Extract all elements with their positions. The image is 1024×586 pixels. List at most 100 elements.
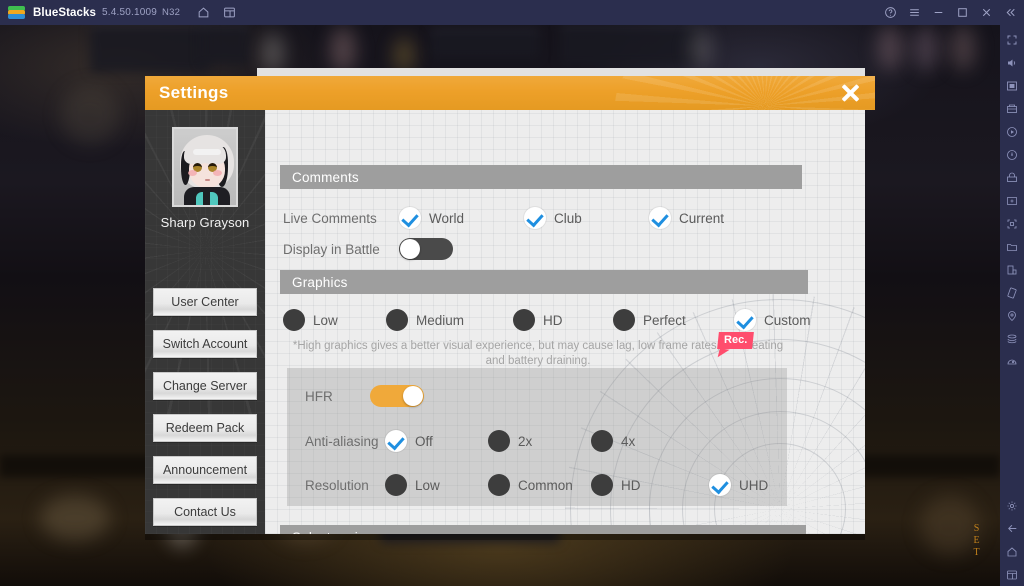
- section-header-comments: Comments: [280, 165, 802, 189]
- radio-aa-4x[interactable]: [591, 430, 613, 452]
- emulator-version: 5.4.50.1009: [102, 7, 158, 18]
- toggle-hfr[interactable]: [370, 385, 424, 407]
- location-icon[interactable]: [1000, 304, 1024, 327]
- back-arrow-icon[interactable]: [1000, 517, 1024, 540]
- layers-icon[interactable]: [1000, 327, 1024, 350]
- screen-root: SET Settings Sharp Grayson User Center S…: [0, 0, 1024, 586]
- side-button-label: Change Server: [162, 379, 248, 393]
- live-comments-option-current[interactable]: Current: [649, 207, 724, 229]
- display-in-battle-label: Display in Battle: [283, 241, 380, 257]
- resolution-option-hd[interactable]: HD: [591, 474, 709, 496]
- announcement-button[interactable]: Announcement: [153, 456, 257, 484]
- live-comments-option-world[interactable]: World: [399, 207, 524, 229]
- row-graphics-quality: Low Medium HD Perfect Custom: [283, 309, 811, 331]
- checkbox-world[interactable]: [399, 207, 421, 229]
- option-label: 4x: [621, 433, 636, 449]
- toggle-display-in-battle[interactable]: [399, 238, 453, 260]
- resolution-label: Resolution: [305, 477, 369, 493]
- home-icon[interactable]: [1000, 540, 1024, 563]
- option-label: Off: [415, 433, 433, 449]
- antialiasing-option-off[interactable]: Off: [385, 430, 488, 452]
- fullscreen-icon[interactable]: [1000, 28, 1024, 51]
- contact-us-button[interactable]: Contact Us: [153, 498, 257, 526]
- antialiasing-option-4x[interactable]: 4x: [591, 430, 635, 452]
- menu-icon[interactable]: [902, 0, 926, 25]
- script-icon[interactable]: [1000, 189, 1024, 212]
- side-button-label: User Center: [171, 295, 239, 309]
- avatar[interactable]: [172, 127, 238, 207]
- option-label: HD: [621, 477, 641, 493]
- radio-res-low[interactable]: [385, 474, 407, 496]
- recents-icon[interactable]: [1000, 563, 1024, 586]
- rotate-icon[interactable]: [1000, 281, 1024, 304]
- redeem-pack-button[interactable]: Redeem Pack: [153, 414, 257, 442]
- row-antialiasing: Anti-aliasing Off 2x 4x: [305, 430, 635, 452]
- resolution-option-common[interactable]: Common: [488, 474, 591, 496]
- emulator-sidebar: [1000, 25, 1024, 586]
- screenshot-icon[interactable]: [1000, 212, 1024, 235]
- settings-gear-icon[interactable]: [1000, 494, 1024, 517]
- live-comments-option-club[interactable]: Club: [524, 207, 649, 229]
- multi-instance-icon[interactable]: [216, 0, 242, 25]
- media-manager-icon[interactable]: [1000, 235, 1024, 258]
- change-server-button[interactable]: Change Server: [153, 372, 257, 400]
- graphics-option-low[interactable]: Low: [283, 309, 386, 331]
- side-button-label: Switch Account: [162, 337, 248, 351]
- radio-medium[interactable]: [386, 309, 408, 331]
- radio-res-uhd[interactable]: [709, 474, 731, 496]
- help-icon[interactable]: [878, 0, 902, 25]
- section-title: Graphics: [292, 274, 348, 290]
- dialog-right-panel: Comments Live Comments World Club Curren…: [265, 110, 865, 534]
- player-name: Sharp Grayson: [160, 215, 250, 230]
- row-resolution: Resolution Low Common HD UHD: [305, 474, 768, 496]
- collapse-icon[interactable]: [998, 0, 1022, 25]
- close-icon[interactable]: [974, 0, 998, 25]
- graphics-option-medium[interactable]: Medium: [386, 309, 513, 331]
- macro-icon[interactable]: [1000, 143, 1024, 166]
- eco-mode-icon[interactable]: [1000, 166, 1024, 189]
- side-button-label: Redeem Pack: [165, 421, 245, 435]
- keymapping-icon[interactable]: [1000, 74, 1024, 97]
- radio-aa-off[interactable]: [385, 430, 407, 452]
- minimize-icon[interactable]: [926, 0, 950, 25]
- graphics-option-custom[interactable]: Custom: [734, 309, 811, 331]
- switch-account-button[interactable]: Switch Account: [153, 330, 257, 358]
- dialog-bottom-shadow: [145, 534, 865, 540]
- graphics-option-perfect[interactable]: Perfect: [613, 309, 734, 331]
- section-header-select-region: Select region: [280, 525, 806, 534]
- window-controls: [878, 0, 1024, 25]
- bluestacks-logo-icon: [8, 5, 25, 20]
- radio-res-common[interactable]: [488, 474, 510, 496]
- radio-low[interactable]: [283, 309, 305, 331]
- checkbox-current[interactable]: [649, 207, 671, 229]
- user-center-button[interactable]: User Center: [153, 288, 257, 316]
- side-button-label: Contact Us: [174, 505, 236, 519]
- shake-icon[interactable]: [1000, 350, 1024, 373]
- option-label: Medium: [416, 312, 465, 328]
- antialiasing-option-2x[interactable]: 2x: [488, 430, 591, 452]
- section-header-graphics: Graphics: [280, 270, 808, 294]
- multi-instance-manager-icon[interactable]: [1000, 97, 1024, 120]
- radio-perfect[interactable]: [613, 309, 635, 331]
- maximize-icon[interactable]: [950, 0, 974, 25]
- volume-icon[interactable]: [1000, 51, 1024, 74]
- recommended-badge-label: Rec.: [724, 334, 748, 346]
- home-icon[interactable]: [190, 0, 216, 25]
- radio-res-hd[interactable]: [591, 474, 613, 496]
- dialog-title: Settings: [159, 83, 229, 102]
- dialog-close-icon[interactable]: [839, 82, 861, 104]
- checkbox-club[interactable]: [524, 207, 546, 229]
- resolution-option-uhd[interactable]: UHD: [709, 474, 768, 496]
- graphics-option-hd[interactable]: HD: [513, 309, 613, 331]
- row-display-in-battle: Display in Battle: [283, 238, 453, 260]
- resolution-option-low[interactable]: Low: [385, 474, 488, 496]
- radio-hd[interactable]: [513, 309, 535, 331]
- live-comments-label: Live Comments: [283, 210, 377, 226]
- side-button-list: User Center Switch Account Change Server…: [153, 288, 257, 526]
- record-icon[interactable]: [1000, 120, 1024, 143]
- radio-aa-2x[interactable]: [488, 430, 510, 452]
- option-label: UHD: [739, 477, 769, 493]
- radio-custom[interactable]: [734, 309, 756, 331]
- option-label: 2x: [518, 433, 533, 449]
- copy-to-instance-icon[interactable]: [1000, 258, 1024, 281]
